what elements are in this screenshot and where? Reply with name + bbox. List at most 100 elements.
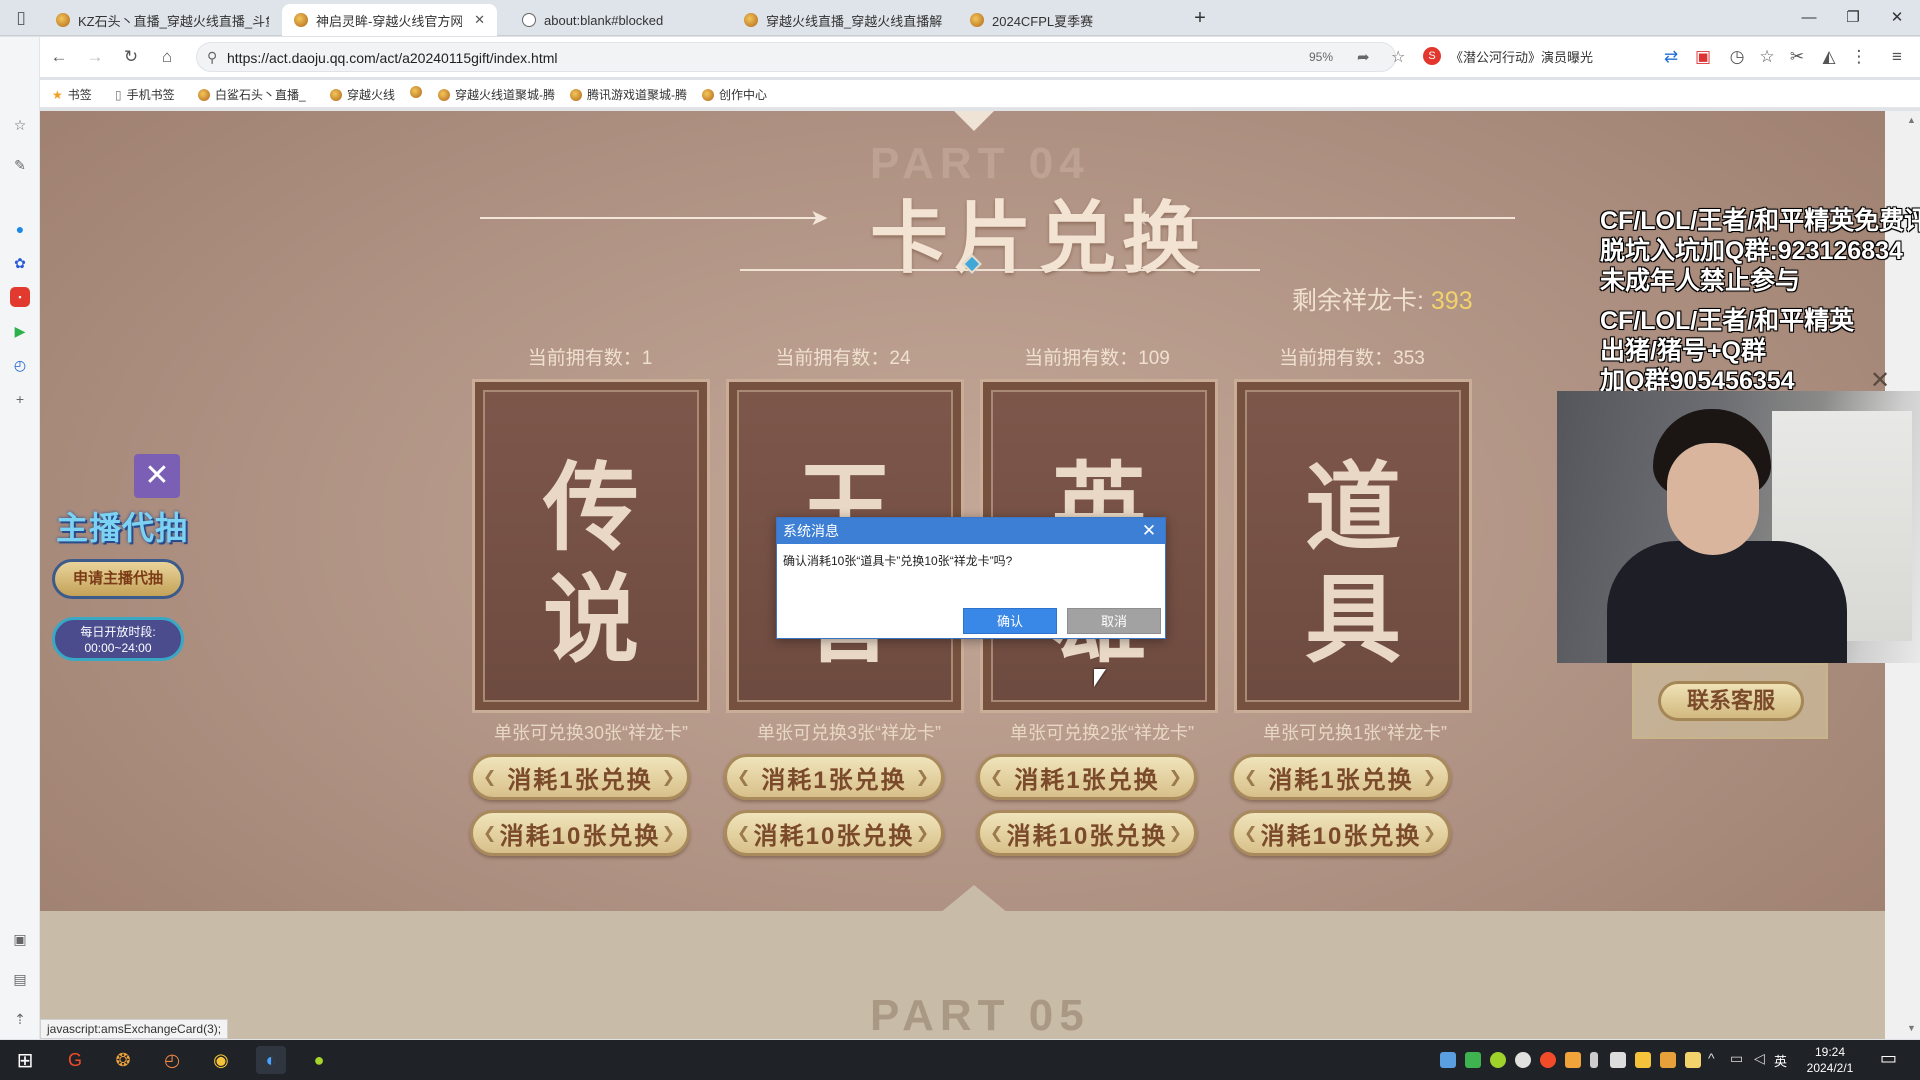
cancel-button[interactable]: 取消 xyxy=(1067,608,1161,634)
restore-icon[interactable]: ❐ xyxy=(1831,0,1875,36)
bookmark-favicon-icon xyxy=(702,88,714,101)
back-icon[interactable]: ← xyxy=(48,46,70,68)
tab-blank[interactable]: about:blank#blocked xyxy=(510,4,730,36)
system-clock[interactable]: 19:24 2024/2/1 xyxy=(1790,1044,1870,1076)
exchange-one-legend-button[interactable]: ❮ 消耗1张兑换 ❯ xyxy=(470,754,690,800)
chevron-up-icon[interactable]: ^ xyxy=(1708,1050,1715,1066)
apply-streamer-draw-button[interactable]: 申请主播代抽 xyxy=(52,559,184,599)
pin-icon[interactable]: ⇡ xyxy=(10,1009,30,1029)
tab-close-icon[interactable]: ✕ xyxy=(474,12,485,28)
share-icon[interactable]: ➦ xyxy=(1357,48,1370,66)
more-menu-icon[interactable]: ⋮ xyxy=(1848,46,1870,68)
taskbar-app-icon[interactable]: ◉ xyxy=(206,1046,236,1074)
minimize-icon[interactable]: — xyxy=(1787,0,1831,36)
widget-close-icon[interactable]: ✕ xyxy=(134,454,180,498)
exchange-ten-legend-button[interactable]: ❮ 消耗10张兑换 ❯ xyxy=(470,810,690,856)
app-icon[interactable]: ● xyxy=(10,219,30,239)
volume-icon[interactable]: ◁ xyxy=(1754,1050,1765,1067)
scroll-up-icon[interactable]: ▲ xyxy=(1907,115,1916,125)
bookmark-mobile[interactable]: ▯ 手机书签 xyxy=(115,86,175,103)
taskbar-app-icon[interactable]: ❂ xyxy=(108,1046,138,1074)
bookmark-item[interactable]: 穿越火线 xyxy=(330,86,395,103)
tab-cfpl[interactable]: 2024CFPL夏季赛 xyxy=(958,4,1158,36)
exchange-one-item-button[interactable]: ❮ 消耗1张兑换 ❯ xyxy=(1231,754,1451,800)
download-icon[interactable]: ▣ xyxy=(10,929,30,949)
translate-icon[interactable]: ⇄ xyxy=(1660,46,1682,68)
favorite-star-icon[interactable]: ☆ xyxy=(1391,47,1405,67)
notes-icon[interactable]: ✎ xyxy=(10,155,30,175)
add-app-icon[interactable]: + xyxy=(10,389,30,409)
webcam-close-icon[interactable]: ✕ xyxy=(1870,366,1890,395)
tray-icon[interactable] xyxy=(1635,1052,1651,1068)
tab-bar: ▯ KZ石头丶直播_穿越火线直播_斗鱼 神启灵眸-穿越火线官方网站-腾 ✕ ab… xyxy=(0,0,1920,36)
tray-icon[interactable] xyxy=(1490,1052,1506,1068)
bookmark-folder[interactable]: ★ 书签 xyxy=(52,86,92,103)
news-app-icon[interactable]: ▪ xyxy=(10,287,30,307)
bookmark-item[interactable]: 腾讯游戏道聚城-腾 xyxy=(570,86,687,103)
pdf-icon[interactable]: ▣ xyxy=(1692,46,1714,68)
taskbar-app-icon[interactable]: ● xyxy=(304,1046,334,1074)
new-tab-icon[interactable]: + xyxy=(1178,0,1222,36)
windows-start-icon[interactable]: ⊞ xyxy=(10,1046,40,1074)
overlay-line: CF/LOL/王者/和平精英免费评估 xyxy=(1600,207,1920,235)
screenshot-icon[interactable]: ✂ xyxy=(1786,46,1808,68)
clock-app-icon[interactable]: ◴ xyxy=(10,355,30,375)
scroll-down-icon[interactable]: ▼ xyxy=(1907,1023,1916,1033)
tray-icon[interactable] xyxy=(1540,1052,1556,1068)
tab-cf-live[interactable]: 穿越火线直播_穿越火线直播解说 xyxy=(732,4,942,36)
ime-indicator[interactable]: 英 xyxy=(1774,1051,1787,1070)
tab-title: 神启灵眸-穿越火线官方网站-腾 xyxy=(316,13,463,29)
exchange-one-hero-button[interactable]: ❮ 消耗1张兑换 ❯ xyxy=(977,754,1197,800)
video-app-icon[interactable]: ▶ xyxy=(10,321,30,341)
chevron-right-icon: ❯ xyxy=(1422,769,1438,786)
confirm-button[interactable]: 确认 xyxy=(963,608,1057,634)
reload-icon[interactable]: ↻ xyxy=(120,46,142,68)
tray-icon[interactable] xyxy=(1565,1052,1581,1068)
address-bar[interactable]: ⚲ https://act.daoju.qq.com/act/a20240115… xyxy=(196,42,1405,72)
window-close-icon[interactable]: ✕ xyxy=(1875,0,1919,36)
extension-icon[interactable]: ◭ xyxy=(1818,46,1840,68)
notification-icon[interactable]: ▭ xyxy=(1880,1048,1897,1069)
chevron-right-icon: ❯ xyxy=(1168,769,1184,786)
exchange-ten-hero-button[interactable]: ❮ 消耗10张兑换 ❯ xyxy=(977,810,1197,856)
taskbar-app-icon[interactable]: ◴ xyxy=(157,1046,187,1074)
tab-active[interactable]: 神启灵眸-穿越火线官方网站-腾 ✕ xyxy=(282,4,497,36)
tray-icon[interactable] xyxy=(1660,1052,1676,1068)
bookmark-item[interactable] xyxy=(410,86,422,98)
tray-icon[interactable] xyxy=(1515,1052,1531,1068)
home-icon[interactable]: ⌂ xyxy=(156,46,178,68)
microphone-icon[interactable] xyxy=(1590,1052,1598,1068)
chevron-left-icon: ❮ xyxy=(1244,825,1260,842)
dialog-close-icon[interactable]: ✕ xyxy=(1139,518,1159,544)
history-icon[interactable]: ◷ xyxy=(1726,46,1748,68)
tools-icon[interactable]: ▤ xyxy=(10,969,30,989)
taskbar-browser-icon[interactable]: ◐ xyxy=(256,1046,286,1074)
bookmark-item[interactable]: 白鲨石头丶直播_ xyxy=(198,86,306,103)
exchange-ten-item-button[interactable]: ❮ 消耗10张兑换 ❯ xyxy=(1231,810,1451,856)
taskbar-app-icon[interactable]: G xyxy=(60,1046,90,1074)
network-icon[interactable]: ▭ xyxy=(1730,1050,1743,1067)
forward-icon[interactable]: → xyxy=(84,46,106,68)
tab-douyu[interactable]: KZ石头丶直播_穿越火线直播_斗鱼 xyxy=(44,4,269,36)
favorites-icon[interactable]: ☆ xyxy=(10,115,30,135)
button-label: 消耗1张兑换 xyxy=(1268,766,1414,794)
hamburger-menu-icon[interactable]: ≡ xyxy=(1886,46,1908,68)
tab-favicon-icon xyxy=(294,13,308,27)
search-engine-icon[interactable]: S xyxy=(1423,47,1441,65)
tray-icon[interactable] xyxy=(1465,1052,1481,1068)
news-ticker[interactable]: 《潜公河行动》演员曝光 xyxy=(1450,47,1625,66)
sidebar-toggle-icon[interactable]: ▯ xyxy=(10,7,32,29)
bookmark-item[interactable]: 创作中心 xyxy=(702,86,767,103)
search-icon: ⚲ xyxy=(207,49,218,65)
tray-icon[interactable] xyxy=(1685,1052,1701,1068)
tray-icon[interactable] xyxy=(1440,1052,1456,1068)
hours-value: 00:00~24:00 xyxy=(84,641,152,655)
contact-service-button[interactable]: 联系客服 xyxy=(1658,681,1804,721)
exchange-ten-king-button[interactable]: ❮ 消耗10张兑换 ❯ xyxy=(724,810,944,856)
baidu-icon[interactable]: ✿ xyxy=(10,253,30,273)
bookmark-star-icon[interactable]: ☆ xyxy=(1756,46,1778,68)
bookmark-item[interactable]: 穿越火线道聚城-腾 xyxy=(438,86,555,103)
tray-icon[interactable] xyxy=(1610,1052,1626,1068)
exchange-one-king-button[interactable]: ❮ 消耗1张兑换 ❯ xyxy=(724,754,944,800)
zoom-level[interactable]: 95% xyxy=(1309,50,1333,64)
